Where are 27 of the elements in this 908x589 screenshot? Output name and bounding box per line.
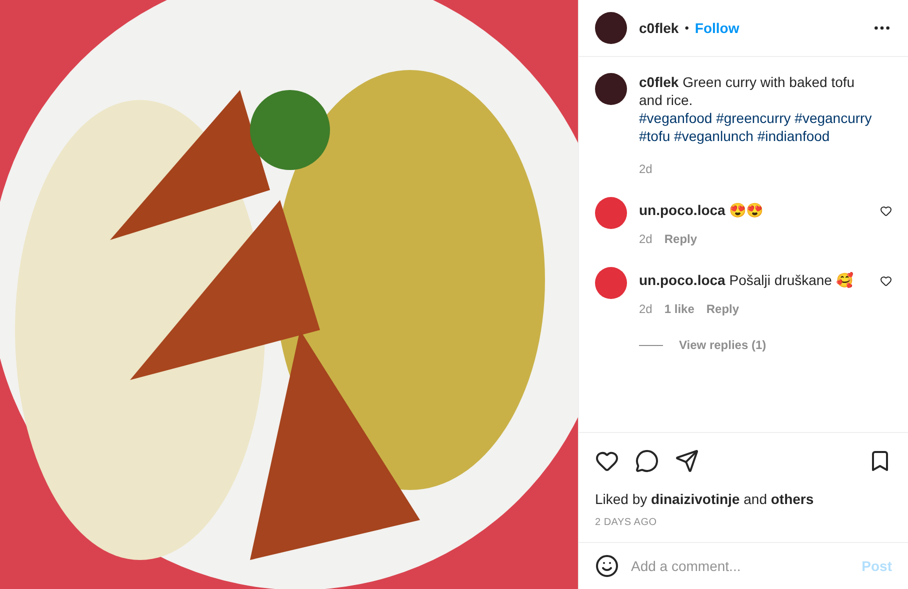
comment-time: 2d bbox=[639, 231, 652, 247]
reply-button[interactable]: Reply bbox=[664, 231, 698, 247]
share-icon[interactable] bbox=[675, 449, 699, 473]
hashtags-text: #veganfood #greencurry #vegancurry #tofu #veganlunch #indianfood bbox=[639, 109, 873, 145]
comment-icon[interactable] bbox=[635, 449, 659, 473]
comment-field[interactable]: Add a comment... bbox=[631, 556, 850, 576]
caption-text: c0flek Green curry with baked tofu and rice. bbox=[639, 73, 856, 109]
comment-time: 2d bbox=[639, 301, 652, 317]
likes-text: Liked by dinaizivotinje and others bbox=[595, 490, 815, 509]
like-icon[interactable] bbox=[880, 275, 892, 287]
caption-time: 2d bbox=[639, 161, 652, 177]
view-replies-button[interactable]: View replies (1) bbox=[679, 337, 766, 353]
comment-text: Pošalji druškane 🥰 bbox=[729, 272, 853, 288]
emoji-icon[interactable] bbox=[595, 554, 619, 578]
follow-button[interactable]: Follow bbox=[694, 18, 740, 38]
username-link[interactable]: c0flek bbox=[639, 18, 679, 38]
comment-username[interactable]: un.poco.loca bbox=[639, 272, 726, 288]
comment-username[interactable]: un.poco.loca bbox=[639, 202, 726, 218]
like-icon[interactable] bbox=[880, 205, 892, 217]
post-date: 2 DAYS AGO bbox=[595, 516, 658, 530]
comment-text: 😍😍 bbox=[729, 202, 764, 218]
like-icon[interactable] bbox=[595, 449, 619, 473]
separator-dot: • bbox=[684, 20, 689, 36]
comment-likes[interactable]: 1 like bbox=[664, 301, 694, 317]
avatar[interactable] bbox=[595, 12, 627, 44]
avatar[interactable] bbox=[595, 73, 627, 105]
reply-button[interactable]: Reply bbox=[706, 301, 740, 317]
